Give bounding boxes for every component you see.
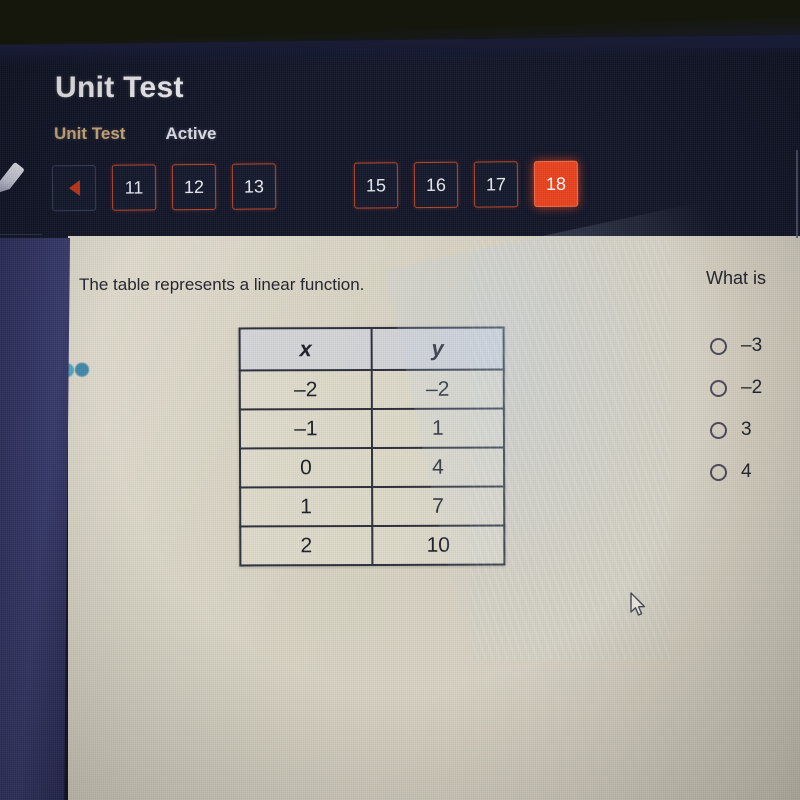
cell-y: 4 — [371, 447, 505, 488]
radio-button-icon[interactable] — [710, 379, 727, 397]
radio-button-icon[interactable] — [710, 421, 727, 439]
cell-x: 1 — [240, 487, 373, 527]
cell-x: 2 — [240, 526, 373, 566]
answer-option-label: 4 — [741, 461, 752, 482]
question-text: The table represents a linear function. — [79, 275, 365, 294]
table-row: 2 10 — [240, 525, 505, 566]
left-rail — [0, 238, 71, 800]
table-row: 1 7 — [240, 486, 505, 527]
answer-option-1[interactable]: –3 — [710, 325, 762, 367]
cell-y: 7 — [371, 486, 505, 527]
screen-photo: Unit Test Unit Test Active 11 12 13 15 1… — [0, 0, 800, 800]
right-divider — [796, 150, 798, 238]
answer-option-label: –3 — [741, 335, 763, 356]
left-triangle-icon — [68, 180, 80, 197]
cell-y: 1 — [371, 408, 505, 449]
answer-option-label: –2 — [741, 377, 763, 398]
question-button-15[interactable]: 15 — [353, 162, 399, 209]
cell-x: 0 — [240, 448, 372, 488]
answer-prompt: What is — [706, 268, 767, 288]
question-button-18[interactable]: 18 — [533, 160, 579, 208]
table-row: –2 –2 — [239, 369, 504, 410]
function-table: x y –2 –2 –1 1 0 4 1 7 2 10 — [239, 327, 506, 567]
answer-option-3[interactable]: 3 — [710, 409, 762, 451]
answer-option-4[interactable]: 4 — [710, 451, 762, 493]
table-header-row: x y — [239, 327, 504, 371]
question-button-12[interactable]: 12 — [171, 163, 217, 211]
radio-button-icon[interactable] — [710, 463, 727, 481]
question-button-13[interactable]: 13 — [231, 163, 277, 210]
tab-active[interactable]: Active — [165, 124, 216, 144]
cell-y: 10 — [372, 525, 505, 565]
cell-x: –1 — [239, 409, 372, 449]
table-row: –1 1 — [239, 408, 505, 449]
cell-x: –2 — [239, 370, 372, 410]
answer-option-2[interactable]: –2 — [710, 367, 762, 409]
palette-swatch[interactable] — [74, 362, 90, 377]
cell-y: –2 — [371, 369, 504, 410]
table-row: 0 4 — [240, 447, 505, 488]
tool-divider-1 — [0, 234, 42, 235]
highlighter-icon[interactable] — [0, 162, 25, 197]
question-button-16[interactable]: 16 — [413, 161, 459, 209]
table-header-y: y — [371, 327, 504, 371]
tool-sidebar — [0, 150, 56, 366]
answer-option-label: 3 — [741, 419, 752, 440]
sub-navigation: Unit Test Active — [54, 124, 217, 144]
tab-unit-test[interactable]: Unit Test — [54, 124, 125, 144]
question-button-17[interactable]: 17 — [473, 161, 519, 208]
question-number-nav: 11 12 13 15 16 17 18 — [51, 160, 579, 212]
previous-question-button[interactable] — [51, 164, 97, 212]
table-header-x: x — [239, 328, 372, 371]
radio-button-icon[interactable] — [710, 337, 727, 355]
question-button-11[interactable]: 11 — [111, 164, 157, 211]
page-title: Unit Test — [55, 71, 184, 104]
answer-options: –3 –2 3 4 — [710, 325, 762, 493]
mouse-pointer-icon — [630, 592, 646, 616]
